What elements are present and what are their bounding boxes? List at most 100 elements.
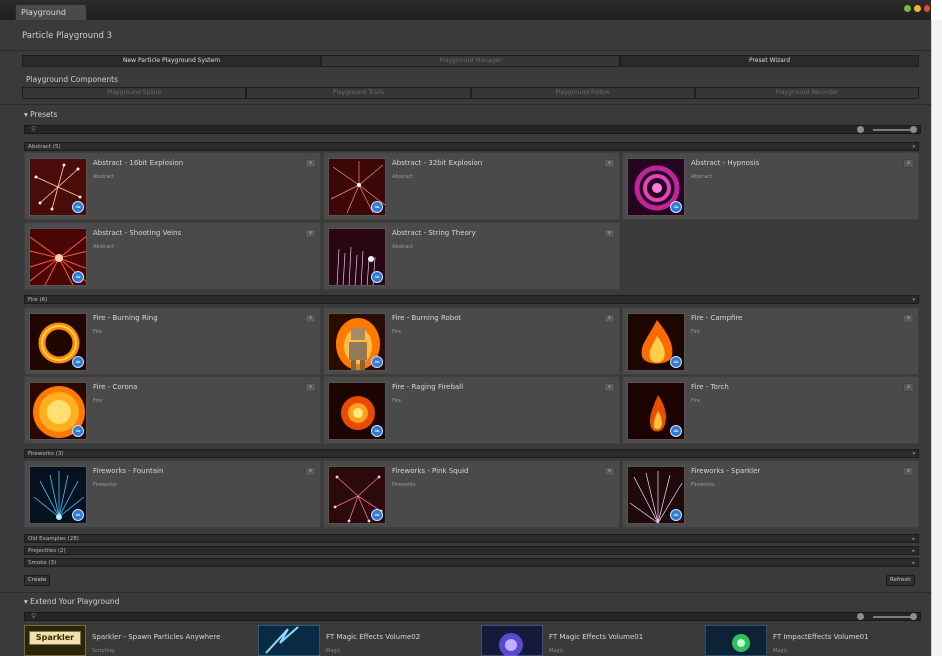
download-badge-icon: ≈ bbox=[670, 509, 682, 521]
remove-preset-button[interactable]: x bbox=[903, 467, 914, 476]
remove-preset-button[interactable]: x bbox=[903, 383, 914, 392]
preset-card[interactable]: ≈ Fire - Campfire Fire x bbox=[622, 307, 919, 375]
green-light-icon[interactable] bbox=[904, 5, 911, 12]
extension-name: FT ImpactEffects Volume01 bbox=[773, 633, 869, 641]
chevron-down-icon: ▾ bbox=[912, 297, 915, 303]
category-label: Abstract (5) bbox=[28, 144, 61, 150]
preset-card[interactable]: ≈ Fire - Burning Ring Fire x bbox=[24, 307, 321, 375]
preset-category: Fire bbox=[392, 398, 401, 404]
preset-name: Fire - Campfire bbox=[691, 314, 743, 322]
playground-window: Playground Particle Playground 3 New Par… bbox=[0, 0, 931, 656]
remove-preset-button[interactable]: x bbox=[903, 314, 914, 323]
preset-category: Abstract bbox=[392, 244, 413, 250]
preset-thumbnail: ≈ bbox=[328, 382, 386, 440]
extend-size-slider-knob[interactable] bbox=[910, 613, 917, 620]
preset-card[interactable]: ≈ Abstract - 32bit Explosion Abstract x bbox=[323, 152, 620, 220]
remove-preset-button[interactable]: x bbox=[604, 229, 615, 238]
playground-follow-button[interactable]: Playground Follow bbox=[470, 87, 695, 99]
presets-size-slider[interactable] bbox=[873, 129, 913, 131]
playground-recorder-button[interactable]: Playground Recorder bbox=[694, 87, 919, 99]
download-badge-icon: ≈ bbox=[72, 201, 84, 213]
vertical-scrollbar[interactable] bbox=[931, 20, 942, 656]
preset-card[interactable]: ≈ Fire - Torch Fire x bbox=[622, 376, 919, 444]
preset-category: Abstract bbox=[691, 174, 712, 180]
extend-header[interactable]: ▾ Extend Your Playground bbox=[24, 597, 119, 606]
sparkler-logo-text: Sparkler bbox=[29, 631, 81, 645]
playground-manager-button[interactable]: Playground Manager bbox=[321, 55, 620, 67]
category-header-smoke[interactable]: Smoke (3) ▸ bbox=[24, 558, 919, 567]
new-system-button[interactable]: New Particle Playground System bbox=[22, 55, 321, 67]
preset-card[interactable]: ≈ Abstract - Shooting Veins Abstract x bbox=[24, 222, 321, 290]
preset-category: Fireworks bbox=[93, 482, 117, 488]
remove-preset-button[interactable]: x bbox=[604, 383, 615, 392]
preset-name: Fire - Burning Robot bbox=[392, 314, 462, 322]
preset-name: Fireworks - Pink Squid bbox=[392, 467, 469, 475]
preset-name: Abstract - 32bit Explosion bbox=[392, 159, 483, 167]
extension-name: FT Magic Effects Volume01 bbox=[549, 633, 644, 641]
remove-preset-button[interactable]: x bbox=[604, 467, 615, 476]
chevron-right-icon: ▸ bbox=[912, 560, 915, 566]
preset-card[interactable]: ≈ Fire - Corona Fire x bbox=[24, 376, 321, 444]
category-header-abstract[interactable]: Abstract (5) ▾ bbox=[24, 142, 919, 151]
presets-header[interactable]: ▾ Presets bbox=[24, 110, 57, 119]
extend-search-input[interactable]: ⚲ bbox=[24, 612, 921, 621]
presets-size-slider-knob[interactable] bbox=[910, 126, 917, 133]
divider bbox=[0, 592, 931, 593]
red-light-icon[interactable] bbox=[924, 5, 930, 12]
preset-card[interactable]: ≈ Abstract - Hypnosis Abstract x bbox=[622, 152, 919, 220]
remove-preset-button[interactable]: x bbox=[903, 159, 914, 168]
preset-name: Fire - Torch bbox=[691, 383, 729, 391]
preset-card[interactable]: ≈ Fire - Burning Robot Fire x bbox=[323, 307, 620, 375]
page-title: Particle Playground 3 bbox=[22, 31, 113, 41]
remove-preset-button[interactable]: x bbox=[604, 159, 615, 168]
remove-preset-button[interactable]: x bbox=[604, 314, 615, 323]
playground-spline-button[interactable]: Playground Spline bbox=[22, 87, 247, 99]
remove-preset-button[interactable]: x bbox=[305, 229, 316, 238]
remove-preset-button[interactable]: x bbox=[305, 383, 316, 392]
remove-preset-button[interactable]: x bbox=[305, 314, 316, 323]
preset-category: Fire bbox=[93, 329, 102, 335]
impact-effects-icon bbox=[705, 625, 767, 656]
extension-item[interactable]: FT Magic Effects Volume02 Magic bbox=[258, 625, 476, 656]
preset-thumbnail: ≈ bbox=[29, 466, 87, 524]
preset-wizard-button[interactable]: Preset Wizard bbox=[620, 55, 919, 67]
extend-size-slider-knob-left[interactable] bbox=[857, 613, 864, 620]
remove-preset-button[interactable]: x bbox=[305, 159, 316, 168]
remove-preset-button[interactable]: x bbox=[305, 467, 316, 476]
preset-card[interactable]: ≈ Fireworks - Fountain Fireworks x bbox=[24, 460, 321, 528]
sparkler-logo-icon: Sparkler bbox=[24, 625, 86, 656]
preset-card[interactable]: ≈ Fireworks - Pink Squid Fireworks x bbox=[323, 460, 620, 528]
category-header-fire[interactable]: Fire (6) ▾ bbox=[24, 295, 919, 304]
playground-trails-button[interactable]: Playground Trails bbox=[246, 87, 471, 99]
preset-card[interactable]: ≈ Abstract - String Theory Abstract x bbox=[323, 222, 620, 290]
preset-category: Fire bbox=[392, 329, 401, 335]
preset-category: Abstract bbox=[93, 244, 114, 250]
yellow-light-icon[interactable] bbox=[914, 5, 921, 12]
preset-thumbnail: ≈ bbox=[627, 382, 685, 440]
category-header-fireworks[interactable]: Fireworks (3) ▾ bbox=[24, 449, 919, 458]
create-button[interactable]: Create bbox=[24, 575, 51, 586]
extension-category: Magic bbox=[773, 648, 788, 654]
category-header-projectiles[interactable]: Projectiles (2) ▸ bbox=[24, 546, 919, 555]
preset-card[interactable]: ≈ Fire - Raging Fireball Fire x bbox=[323, 376, 620, 444]
chevron-down-icon: ▾ bbox=[912, 451, 915, 457]
chevron-down-icon: ▾ bbox=[912, 144, 915, 150]
extension-item[interactable]: FT Magic Effects Volume01 Magic bbox=[481, 625, 699, 656]
extend-size-slider[interactable] bbox=[873, 616, 913, 618]
download-badge-icon: ≈ bbox=[72, 425, 84, 437]
refresh-button[interactable]: Refresh bbox=[886, 575, 915, 586]
search-icon: ⚲ bbox=[31, 125, 37, 133]
extension-item[interactable]: Sparkler Sparkler - Spawn Particles Anyw… bbox=[24, 625, 242, 656]
preset-card[interactable]: ≈ Fireworks - Sparkler Fireworks x bbox=[622, 460, 919, 528]
category-label: Projectiles (2) bbox=[28, 548, 66, 554]
extension-item[interactable]: FT ImpactEffects Volume01 Magic bbox=[705, 625, 923, 656]
presets-search-input[interactable]: ⚲ bbox=[24, 125, 921, 134]
presets-size-slider-knob-left[interactable] bbox=[857, 126, 864, 133]
category-header-old-examples[interactable]: Old Examples (28) ▸ bbox=[24, 534, 919, 543]
window-tab[interactable]: Playground bbox=[15, 4, 87, 20]
preset-category: Fire bbox=[691, 398, 700, 404]
preset-name: Fire - Burning Ring bbox=[93, 314, 158, 322]
preset-card[interactable]: ≈ Abstract - 16bit Explosion Abstract x bbox=[24, 152, 321, 220]
download-badge-icon: ≈ bbox=[371, 271, 383, 283]
preset-name: Abstract - Shooting Veins bbox=[93, 229, 182, 237]
